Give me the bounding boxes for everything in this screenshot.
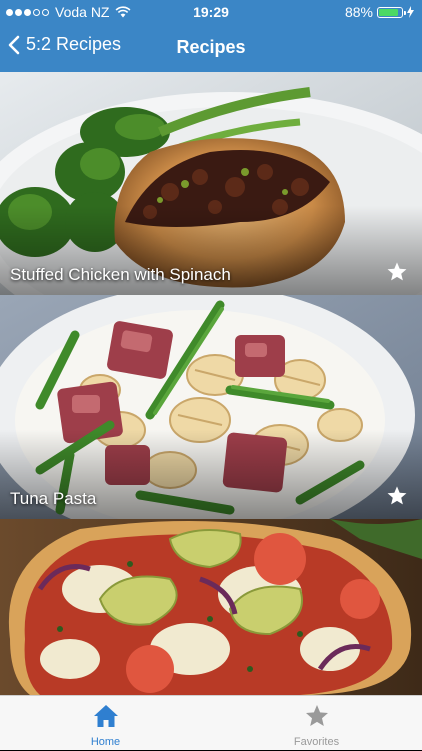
page-title: Recipes: [176, 37, 246, 57]
recipe-photo-stuffed-chicken: [0, 72, 422, 295]
star-icon: [306, 705, 328, 726]
navigation-bar: 5:2 Recipes Recipes: [0, 24, 422, 72]
status-bar: Voda NZ 19:29 88%: [0, 0, 422, 24]
tab-favorites[interactable]: Favorites: [211, 696, 422, 751]
recipe-list[interactable]: Stuffed Chicken with Spinach Tuna Pasta: [0, 72, 422, 695]
battery-percentage: 88%: [344, 4, 373, 20]
charging-bolt-icon: [407, 6, 414, 18]
tab-home-label: Home: [90, 736, 121, 748]
favorite-star-icon[interactable]: [386, 485, 408, 507]
recipe-card-stuffed-chicken[interactable]: Stuffed Chicken with Spinach: [0, 72, 422, 295]
status-right: 88%: [345, 4, 414, 20]
recipe-photo-tuna-pasta: [0, 295, 422, 519]
recipe-title: Tuna Pasta: [10, 489, 97, 508]
tab-home[interactable]: Home: [0, 696, 211, 751]
recipe-card-pizza[interactable]: [0, 519, 422, 695]
recipe-title: Stuffed Chicken with Spinach: [10, 265, 231, 284]
tab-bar: Home Favorites: [0, 695, 422, 750]
favorite-star-icon[interactable]: [386, 261, 408, 283]
recipe-card-tuna-pasta[interactable]: Tuna Pasta: [0, 295, 422, 519]
tab-favorites-label: Favorites: [293, 736, 340, 748]
battery-icon: [377, 6, 406, 18]
home-icon: [94, 705, 118, 727]
recipe-photo-pizza: [0, 519, 422, 695]
